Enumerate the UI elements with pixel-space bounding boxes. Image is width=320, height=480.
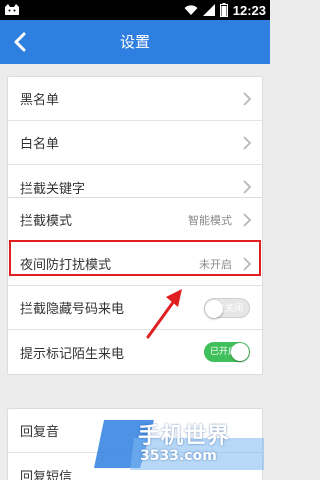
chevron-right-icon [243, 257, 252, 271]
block-hidden-number-toggle[interactable]: 已关闭 [204, 298, 250, 318]
list-item-label: 回复短信 [20, 469, 73, 480]
red-arrow-icon [146, 289, 182, 339]
list-item-label: 拦截模式 [20, 214, 73, 229]
blacklist-item[interactable]: 黑名单 [8, 77, 262, 121]
chevron-right-icon [243, 180, 252, 194]
watermark-brand: 手机世界 [138, 424, 231, 449]
status-time: 12:23 [232, 2, 266, 18]
list-item-label: 拦截隐藏号码来电 [20, 302, 125, 317]
list-item-value: 未开启 [199, 257, 232, 271]
watermark-site: 3533.com [140, 448, 217, 464]
app-bar: 设置 [0, 20, 270, 64]
night-do-not-disturb-item[interactable]: 夜间防打扰模式 未开启 [8, 242, 262, 286]
page-title: 设置 [119, 33, 150, 51]
status-bar: 12:23 [0, 0, 270, 20]
list-item-label: 白名单 [20, 137, 60, 152]
list-section-2: 拦截模式 智能模式 夜间防打扰模式 未开启 拦截隐藏号码来电 已关闭 提示标记陌… [7, 197, 263, 375]
wifi-icon [184, 5, 198, 15]
list-item-label: 拦截关键字 [20, 181, 86, 197]
toggle-knob [231, 343, 249, 361]
chevron-right-icon [243, 213, 252, 227]
list-item-label: 提示标记陌生来电 [20, 346, 125, 362]
status-icons: 12:23 [184, 2, 266, 18]
toggle-knob [205, 300, 223, 318]
mark-stranger-call-item: 提示标记陌生来电 已开启 [8, 330, 262, 374]
list-item-label: 黑名单 [20, 93, 60, 108]
chevron-right-icon [243, 136, 252, 150]
list-item-label: 回复音 [20, 425, 60, 440]
list-item-label: 夜间防打扰模式 [20, 258, 112, 273]
cat-icon [5, 4, 19, 15]
list-item-value: 智能模式 [188, 213, 232, 227]
block-hidden-number-item: 拦截隐藏号码来电 已关闭 [8, 286, 262, 330]
whitelist-item[interactable]: 白名单 [8, 121, 262, 165]
block-mode-item[interactable]: 拦截模式 智能模式 [8, 198, 262, 242]
chevron-right-icon [243, 92, 252, 106]
signal-icon [202, 4, 215, 16]
battery-icon [219, 3, 228, 17]
mark-stranger-call-toggle[interactable]: 已开启 [204, 342, 250, 362]
list-section-1: 黑名单 白名单 拦截关键字 [7, 76, 263, 210]
